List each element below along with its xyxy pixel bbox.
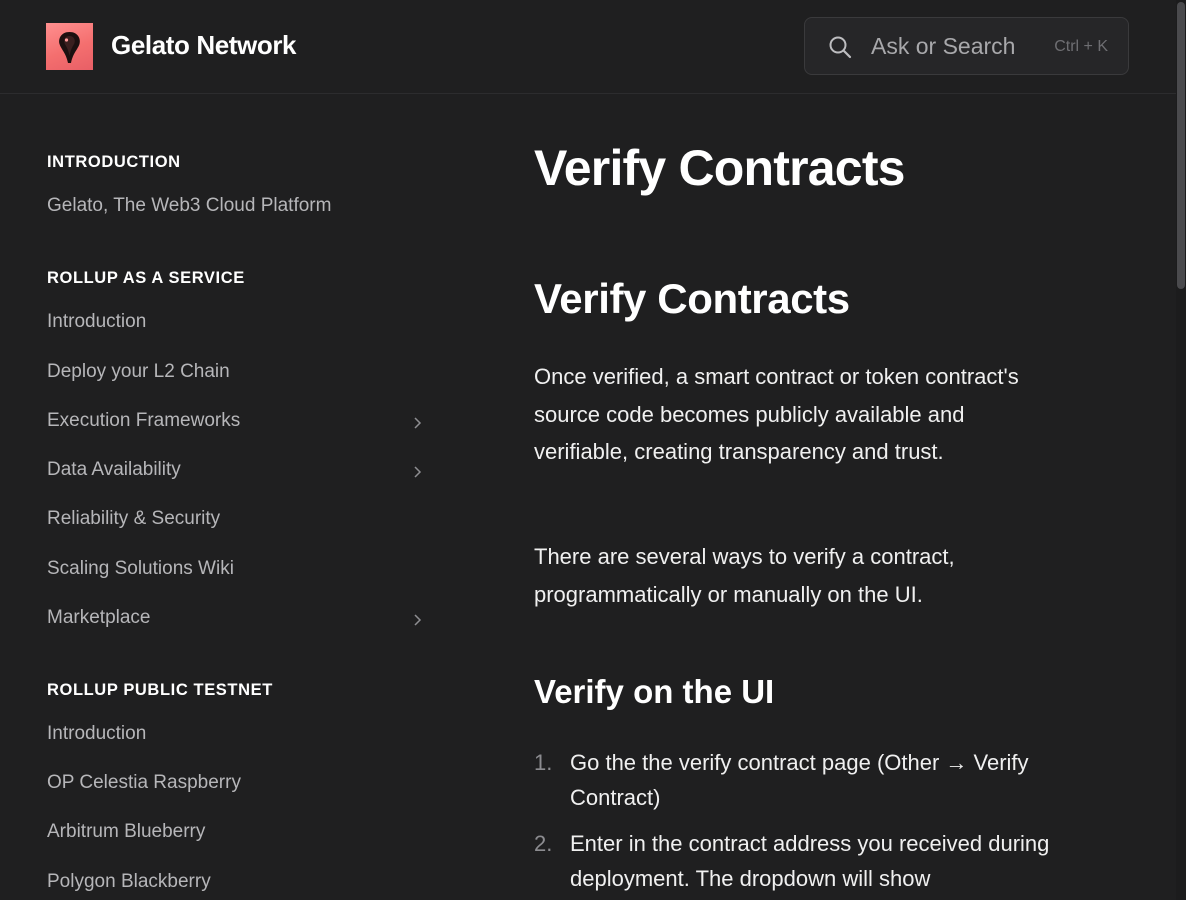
page-title: Verify Contracts	[534, 140, 905, 196]
sidebar-item-label: OP Celestia Raspberry	[47, 772, 241, 793]
sidebar-item-scaling-solutions-wiki[interactable]: Scaling Solutions Wiki	[47, 558, 427, 588]
search-placeholder[interactable]: Ask or Search	[871, 33, 1015, 60]
sidebar-section-introduction: INTRODUCTION	[47, 153, 181, 171]
sidebar-item-label: Marketplace	[47, 607, 151, 628]
sidebar-item-label: Introduction	[47, 723, 147, 744]
search-box[interactable]: Ask or Search Ctrl + K	[804, 17, 1129, 75]
chevron-right-icon[interactable]	[412, 414, 424, 436]
sidebar-item-label: Reliability & Security	[47, 508, 221, 529]
chevron-right-icon[interactable]	[412, 463, 424, 485]
sidebar-item-label: Data Availability	[47, 459, 181, 480]
sidebar-item-raas-introduction[interactable]: Introduction	[47, 311, 427, 341]
search-icon	[828, 35, 852, 64]
sidebar-item-label: Polygon Blackberry	[47, 871, 211, 892]
sidebar-item-marketplace[interactable]: Marketplace	[47, 607, 427, 637]
sidebar-item-reliability-security[interactable]: Reliability & Security	[47, 508, 427, 538]
search-shortcut-hint: Ctrl + K	[1054, 38, 1108, 55]
sidebar-item-label: Gelato, The Web3 Cloud Platform	[47, 195, 332, 216]
sidebar-item-polygon-blackberry[interactable]: Polygon Blackberry	[47, 871, 427, 900]
list-item-text: Go the the verify contract page (Other →…	[570, 750, 1029, 810]
sidebar-item-label: Execution Frameworks	[47, 410, 241, 431]
sidebar-item-label: Arbitrum Blueberry	[47, 821, 206, 842]
gelato-logo-icon[interactable]	[46, 23, 93, 70]
sidebar-item-gelato-web3-cloud-platform[interactable]: Gelato, The Web3 Cloud Platform	[47, 195, 427, 225]
sidebar-item-arbitrum-blueberry[interactable]: Arbitrum Blueberry	[47, 821, 427, 851]
main-content: Verify Contracts Verify Contracts Once v…	[534, 95, 1176, 900]
section-heading-verify-on-ui[interactable]: Verify on the UI	[534, 673, 774, 711]
sidebar-nav: INTRODUCTION Gelato, The Web3 Cloud Plat…	[0, 95, 460, 900]
list-item-number: 1.	[534, 750, 553, 775]
chevron-right-icon[interactable]	[412, 611, 424, 633]
sidebar-item-label: Introduction	[47, 311, 147, 332]
sidebar-section-rollup-as-a-service: ROLLUP AS A SERVICE	[47, 269, 245, 287]
sidebar-section-rollup-public-testnet: ROLLUP PUBLIC TESTNET	[47, 681, 273, 699]
top-header: Gelato Network Ask or Search Ctrl + K	[0, 0, 1176, 94]
sidebar-item-label: Scaling Solutions Wiki	[47, 558, 234, 579]
sidebar-item-testnet-introduction[interactable]: Introduction	[47, 723, 427, 753]
list-item-number: 2.	[534, 831, 553, 856]
intro-paragraph: Once verified, a smart contract or token…	[534, 364, 1019, 464]
brand-name[interactable]: Gelato Network	[111, 30, 297, 61]
page-scrollbar-thumb[interactable]	[1177, 2, 1185, 289]
sidebar-item-data-availability[interactable]: Data Availability	[47, 459, 427, 489]
sidebar-item-deploy-l2-chain[interactable]: Deploy your L2 Chain	[47, 361, 427, 391]
sidebar-item-label: Deploy your L2 Chain	[47, 361, 230, 382]
section-heading-verify-contracts[interactable]: Verify Contracts	[534, 275, 850, 323]
methods-paragraph: There are several ways to verify a contr…	[534, 544, 955, 607]
sidebar-item-execution-frameworks[interactable]: Execution Frameworks	[47, 410, 427, 440]
sidebar-item-op-celestia-raspberry[interactable]: OP Celestia Raspberry	[47, 772, 427, 802]
list-item-text: Enter in the contract address you receiv…	[570, 831, 1050, 891]
